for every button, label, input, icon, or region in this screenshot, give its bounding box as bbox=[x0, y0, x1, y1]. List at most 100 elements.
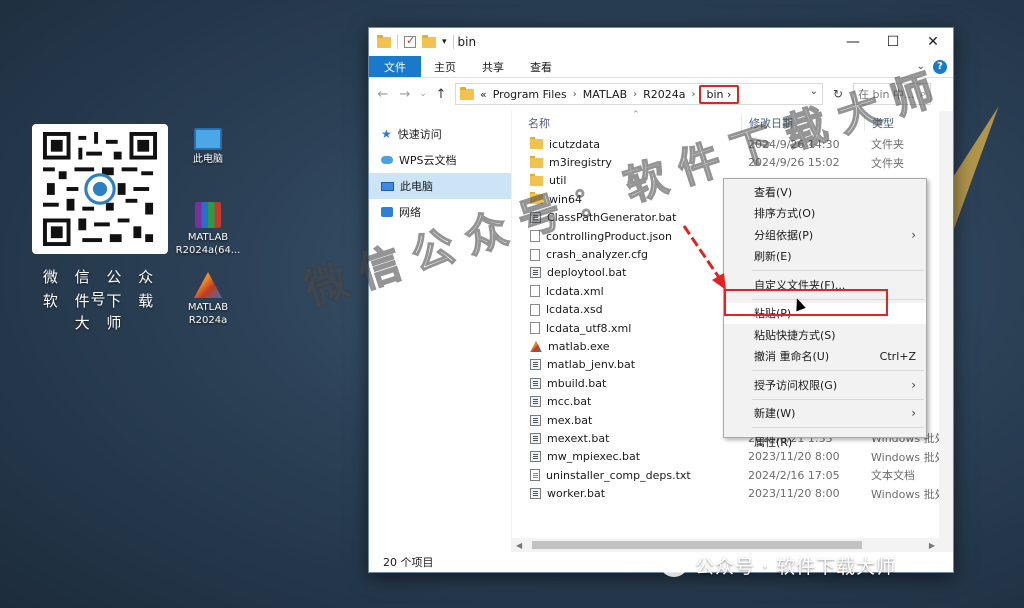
file-name: uninstaller_comp_deps.txt bbox=[546, 468, 691, 482]
context-menu-item[interactable]: 撤消 重命名(U) Ctrl+Z bbox=[724, 346, 926, 368]
address-bar[interactable]: « Program Files › MATLAB › R2024a › bin … bbox=[455, 83, 823, 105]
file-row[interactable]: worker.bat 2023/11/20 8:00 Windows 批处 bbox=[512, 484, 953, 502]
file-name: crash_analyzer.cfg bbox=[546, 248, 648, 262]
menu-item-label: 分组依据(P) bbox=[754, 228, 814, 242]
divider bbox=[452, 35, 454, 49]
file-row[interactable]: uninstaller_comp_deps.txt 2024/2/16 17:05… bbox=[512, 466, 953, 484]
folder-icon bbox=[530, 137, 543, 150]
customize-dropdown-icon[interactable]: ▾ bbox=[442, 37, 447, 47]
menu-item-label: 查看(V) bbox=[754, 185, 793, 199]
batch-file-icon bbox=[530, 267, 541, 279]
breadcrumb-bin[interactable]: bin › bbox=[698, 84, 740, 104]
address-overflow[interactable]: « bbox=[480, 88, 487, 101]
star-icon: ★ bbox=[381, 127, 392, 141]
menu-item-label: 排序方式(O) bbox=[754, 207, 816, 221]
qr-code-card bbox=[32, 124, 168, 254]
menu-divider bbox=[752, 370, 924, 371]
context-menu-item[interactable]: 刷新(E) bbox=[724, 246, 926, 268]
file-name-cell: lcdata_utf8.xml bbox=[512, 322, 741, 335]
recent-locations-icon[interactable]: ⌄ bbox=[419, 89, 427, 99]
breadcrumb-r2024a[interactable]: R2024a bbox=[643, 88, 685, 101]
minimize-button[interactable]: — bbox=[833, 28, 873, 56]
nav-item-wps-cloud[interactable]: WPS云文档 bbox=[369, 147, 511, 173]
file-type: 文件夹 bbox=[871, 138, 904, 152]
sort-ascending-icon: ⌃ bbox=[632, 110, 640, 120]
menu-item-label: 属性(R) bbox=[754, 435, 793, 449]
tab-home[interactable]: 主页 bbox=[421, 56, 469, 77]
scroll-left-icon[interactable]: ◀ bbox=[512, 541, 526, 550]
menu-item-label: 撤消 重命名(U) bbox=[754, 350, 830, 364]
folder-icon bbox=[530, 155, 543, 168]
file-name-cell: lcdata.xsd bbox=[512, 303, 741, 316]
menu-item-shortcut: Ctrl+Z bbox=[879, 349, 916, 363]
breadcrumb-chevron-icon[interactable]: › bbox=[692, 89, 696, 100]
file-date: 2023/11/20 8:00 bbox=[748, 487, 840, 501]
new-folder-icon[interactable] bbox=[422, 34, 436, 48]
desktop-icon-label: MATLAB R2024a bbox=[187, 302, 229, 326]
context-menu-item[interactable]: 查看(V) bbox=[724, 181, 926, 203]
file-icon bbox=[530, 303, 540, 316]
file-name: lcdata_utf8.xml bbox=[546, 321, 632, 335]
file-type: 文本文档 bbox=[871, 469, 915, 483]
file-name-cell: mex.bat bbox=[512, 414, 741, 427]
context-menu-item[interactable]: 粘贴快捷方式(S) bbox=[724, 324, 926, 346]
matlab-icon bbox=[194, 272, 222, 298]
context-menu-item[interactable]: 授予访问权限(G) › bbox=[724, 374, 926, 396]
nav-item-label: 此电脑 bbox=[400, 180, 433, 193]
desktop-icon-this-pc[interactable]: 此电脑 bbox=[170, 128, 246, 166]
file-name: icutzdata bbox=[549, 137, 600, 151]
paste-highlight-box bbox=[724, 289, 888, 316]
scroll-right-icon[interactable]: ▶ bbox=[925, 541, 939, 550]
menu-divider bbox=[752, 270, 924, 271]
folder-icon bbox=[460, 86, 474, 100]
wechat-icon bbox=[661, 554, 687, 577]
file-icon bbox=[530, 248, 540, 261]
breadcrumb-chevron-icon[interactable]: › bbox=[633, 89, 637, 100]
context-menu-item[interactable]: 新建(W) › bbox=[724, 403, 926, 425]
file-name: lcdata.xsd bbox=[546, 303, 603, 317]
nav-item-label: 网络 bbox=[399, 206, 421, 219]
context-menu-item[interactable]: 排序方式(O) bbox=[724, 203, 926, 225]
tab-view[interactable]: 查看 bbox=[517, 56, 565, 77]
submenu-chevron-icon: › bbox=[911, 406, 916, 421]
breadcrumb-program-files[interactable]: Program Files bbox=[493, 88, 567, 101]
tab-file[interactable]: 文件 bbox=[369, 56, 421, 77]
forward-button[interactable]: → bbox=[397, 87, 413, 102]
title-bar: ▾ bin — ☐ ✕ bbox=[369, 28, 953, 56]
file-name-cell: matlab.exe bbox=[512, 340, 741, 353]
context-menu-item[interactable]: 属性(R) bbox=[724, 431, 926, 453]
desktop-icon-matlab-installer[interactable]: MATLAB R2024a(64... bbox=[170, 202, 246, 257]
batch-file-icon bbox=[530, 488, 541, 500]
scrollbar-thumb[interactable] bbox=[532, 541, 862, 549]
nav-item-label: 快速访问 bbox=[397, 128, 442, 141]
file-name-cell: lcdata.xml bbox=[512, 285, 741, 298]
tab-share[interactable]: 共享 bbox=[469, 56, 517, 77]
desktop-icon-matlab[interactable]: MATLAB R2024a bbox=[170, 272, 246, 327]
qr-code-image bbox=[43, 132, 157, 246]
back-button[interactable]: ← bbox=[375, 87, 391, 102]
nav-item-quick-access[interactable]: ★ 快速访问 bbox=[369, 121, 511, 147]
batch-file-icon bbox=[530, 396, 541, 408]
vertical-scrollbar[interactable] bbox=[939, 111, 953, 552]
properties-icon[interactable] bbox=[404, 34, 416, 48]
qr-caption-line2: 软 件 下 载 大 师 bbox=[42, 292, 160, 332]
file-type: 文件夹 bbox=[871, 156, 904, 170]
context-menu-item[interactable]: 分组依据(P) › bbox=[724, 224, 926, 246]
batch-file-icon bbox=[530, 432, 541, 444]
folder-icon bbox=[377, 34, 391, 48]
divider bbox=[397, 35, 398, 49]
computer-icon bbox=[381, 181, 394, 191]
breadcrumb-matlab[interactable]: MATLAB bbox=[583, 88, 627, 101]
window-title: bin bbox=[457, 35, 477, 49]
up-button[interactable]: ↑ bbox=[433, 87, 449, 102]
menu-divider bbox=[752, 427, 924, 428]
quick-access-toolbar: ▾ bbox=[377, 34, 454, 49]
horizontal-scrollbar[interactable]: ◀ ▶ bbox=[512, 538, 953, 552]
desktop-icon-label: MATLAB R2024a(64... bbox=[175, 232, 241, 256]
batch-file-icon bbox=[530, 377, 541, 389]
maximize-button[interactable]: ☐ bbox=[873, 28, 913, 56]
breadcrumb-chevron-icon[interactable]: › bbox=[573, 89, 577, 100]
nav-item-this-pc[interactable]: 此电脑 bbox=[369, 173, 511, 199]
menu-item-label: 授予访问权限(G) bbox=[754, 378, 838, 392]
submenu-chevron-icon: › bbox=[911, 227, 916, 242]
